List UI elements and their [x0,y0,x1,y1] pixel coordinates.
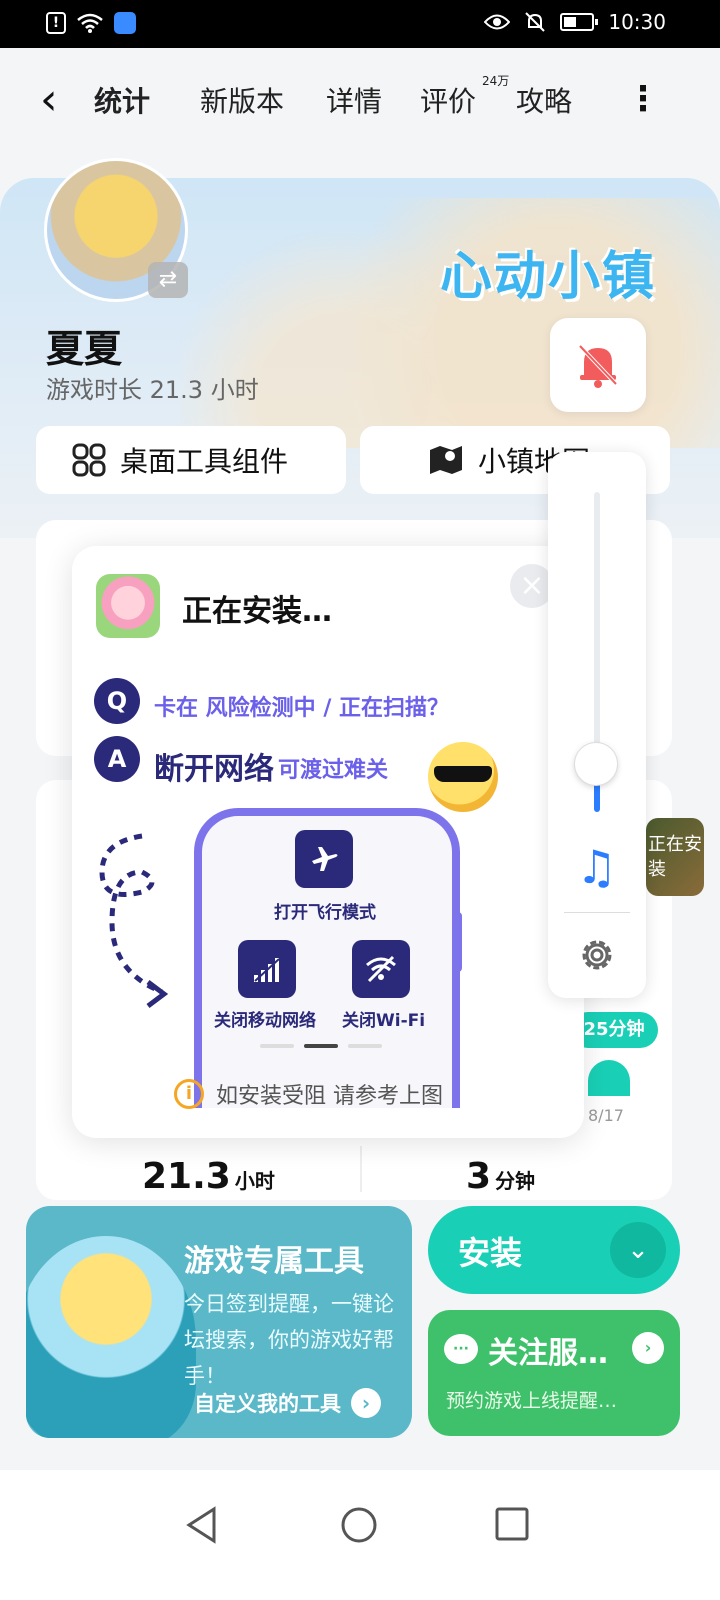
clock: 10:30 [608,10,666,34]
mascot-illustration [26,1236,196,1438]
total-hours-unit: 小时 [234,1169,275,1193]
wifi-icon [77,13,103,33]
user-name: 夏夏 [46,327,123,371]
recent-minutes-stat: 3 分钟 [466,1156,535,1197]
carousel-dot[interactable] [260,1044,294,1048]
system-navigation-bar [0,1470,720,1600]
gear-icon[interactable] [576,934,618,976]
more-options-icon[interactable]: ⋮ [626,82,660,116]
mute-bell-icon [525,12,546,32]
status-bar: ! 10:30 [0,0,720,48]
answer-badge: A [94,736,140,782]
recent-minutes-value: 3 [466,1156,492,1197]
tab-guides[interactable]: 攻略 [516,80,572,120]
volume-divider [564,912,630,913]
phone-illustration: 打开飞行模式 关闭移动网络 关闭Wi-Fi [194,808,460,1108]
total-hours-value: 21.3 [142,1156,231,1197]
battery-icon [560,13,599,31]
back-triangle-icon[interactable] [184,1506,220,1548]
tip-text: 如安装受阻 请参考上图 [216,1084,443,1109]
tab-new-version[interactable]: 新版本 [200,80,284,120]
tab-label: 统计 [94,85,151,118]
airplane-mode-tile [295,830,353,888]
install-label: 安装 [458,1234,523,1272]
popup-title: 正在安装… [182,594,332,629]
carousel-dot[interactable] [348,1044,382,1048]
alert-icon: ! [46,12,66,34]
desktop-widgets-button[interactable]: 桌面工具组件 [36,426,346,494]
cellular-icon [254,958,280,982]
chart-date-label: 8/17 [588,1106,624,1125]
status-right-icons: 10:30 [484,10,666,34]
game-app-icon [96,574,160,638]
chat-bubble-icon: ··· [444,1334,478,1364]
top-nav: ‹ 统计 新版本 详情 评价 24万 攻略 ⋮ [0,48,720,158]
customize-tools-label: 自定义我的工具 [194,1392,341,1416]
status-left-icons: ! [46,12,136,34]
follow-service-card[interactable]: ··· 关注服… › 预约游戏上线提醒… [428,1310,680,1436]
customize-tools-link[interactable]: 自定义我的工具 › [194,1388,381,1418]
follow-description: 预约游戏上线提醒… [446,1390,618,1412]
carousel-indicator [260,1044,382,1048]
chart-bar [588,1060,630,1096]
follow-title: 关注服… [488,1336,608,1371]
question-badge: Q [94,678,140,724]
play-time: 游戏时长 21.3 小时 [46,376,259,404]
notification-toggle-button[interactable] [550,318,646,412]
bell-off-icon [578,344,618,388]
install-help-popup: 正在安装… × Q 卡在 风险检测中 / 正在扫描？ A 断开网络 可渡过难关 … [72,546,584,1138]
recents-square-icon[interactable] [494,1506,530,1546]
tools-description: 今日签到提醒，一键论坛搜索，你的游戏好帮手！ [184,1292,394,1388]
answer-main: 断开网络 [154,752,274,787]
game-logo: 心动小镇 [440,247,657,307]
desktop-widgets-label: 桌面工具组件 [120,445,289,478]
tab-reviews[interactable]: 评价 [420,80,476,120]
volume-panel: ♫ [548,452,646,998]
review-count-badge: 24万 [482,74,510,88]
widgets-grid-icon [72,443,106,477]
chevron-down-icon[interactable]: ⌄ [610,1222,666,1278]
app-notification-icon [114,12,136,34]
wifi-off-label: 关闭Wi-Fi [342,1011,426,1031]
wifi-off-icon [366,955,396,983]
home-circle-icon[interactable] [340,1506,378,1548]
carousel-dot-active[interactable] [304,1044,338,1048]
info-icon: i [174,1079,204,1109]
chevron-right-icon: › [351,1388,381,1418]
game-tools-card[interactable]: 游戏专属工具 今日签到提醒，一键论坛搜索，你的游戏好帮手！ 自定义我的工具 › [26,1206,412,1438]
airplane-icon [312,847,338,871]
dashed-arrow-icon [99,833,169,1008]
back-icon[interactable]: ‹ [40,78,58,122]
answer-sub: 可渡过难关 [278,758,389,783]
mobile-data-label: 关闭移动网络 [214,1011,316,1031]
tab-details[interactable]: 详情 [326,80,382,120]
tools-title: 游戏专属工具 [184,1244,364,1279]
mobile-data-tile [238,940,296,998]
installing-thumbnail: 正在安装 [646,818,704,896]
total-hours-stat: 21.3 小时 [142,1156,275,1197]
install-tip: i 如安装受阻 请参考上图 [174,1078,443,1110]
chevron-right-icon: › [632,1332,664,1364]
phone-side-button [454,912,462,972]
install-button[interactable]: 安装 ⌄ [428,1206,680,1294]
question-text: 卡在 风险检测中 / 正在扫描？ [154,696,450,721]
switch-avatar-icon[interactable]: ⇄ [148,262,188,298]
stat-divider [360,1146,362,1192]
music-note-icon[interactable]: ♫ [576,844,617,890]
map-icon [430,446,462,474]
eye-icon [484,14,511,30]
airplane-mode-label: 打开飞行模式 [274,903,376,923]
volume-slider-thumb[interactable] [574,742,618,786]
sunglasses-emoji-icon [428,742,498,812]
wifi-tile [352,940,410,998]
recent-minutes-unit: 分钟 [495,1169,536,1193]
tab-stats[interactable]: 统计 [90,80,155,124]
